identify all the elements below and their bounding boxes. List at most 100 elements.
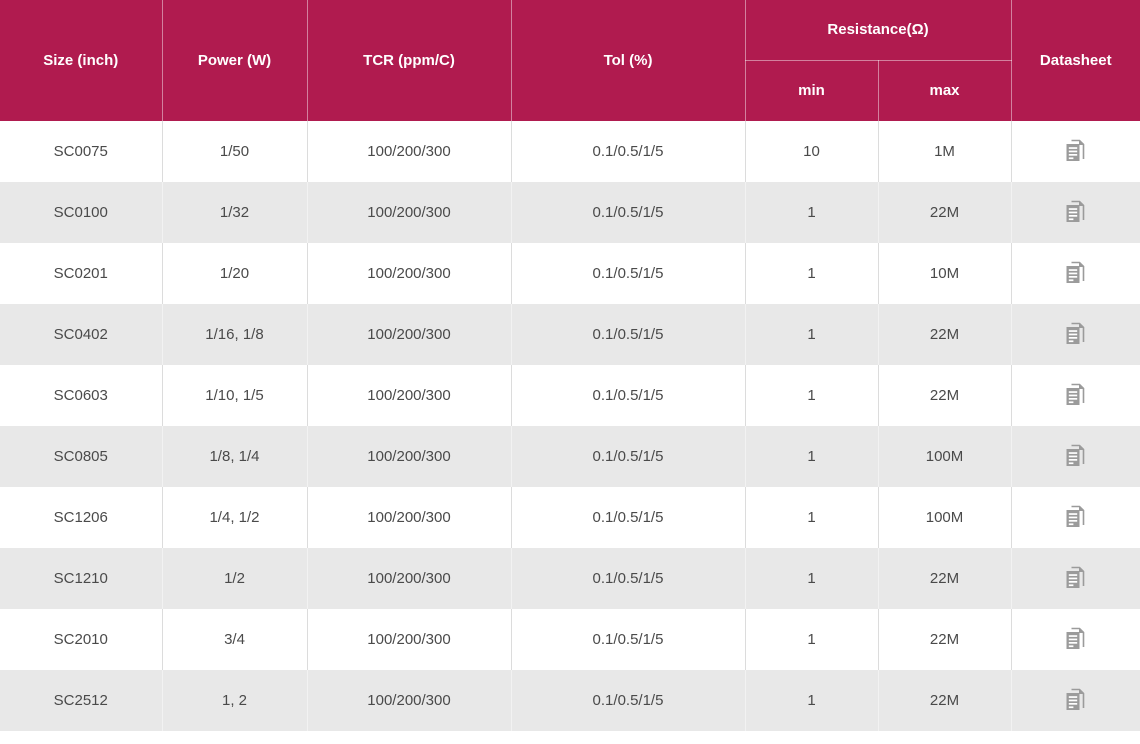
cell-max: 22M	[878, 365, 1011, 426]
cell-tol: 0.1/0.5/1/5	[511, 487, 745, 548]
cell-min: 1	[745, 365, 878, 426]
cell-power: 1/50	[162, 121, 307, 182]
document-copy-icon	[1065, 504, 1086, 529]
table-row: SC08051/8, 1/4100/200/3000.1/0.5/1/51100…	[0, 426, 1140, 487]
cell-tcr: 100/200/300	[307, 121, 511, 182]
cell-power: 1/16, 1/8	[162, 304, 307, 365]
cell-tcr: 100/200/300	[307, 487, 511, 548]
cell-max: 22M	[878, 304, 1011, 365]
table-row: SC00751/50100/200/3000.1/0.5/1/5101M	[0, 121, 1140, 182]
cell-size: SC2512	[0, 670, 162, 731]
cell-size: SC0402	[0, 304, 162, 365]
cell-power: 3/4	[162, 609, 307, 670]
cell-min: 1	[745, 243, 878, 304]
datasheet-download-button[interactable]	[1062, 685, 1090, 713]
cell-power: 1/2	[162, 548, 307, 609]
cell-tcr: 100/200/300	[307, 304, 511, 365]
table-row: SC06031/10, 1/5100/200/3000.1/0.5/1/5122…	[0, 365, 1140, 426]
cell-tcr: 100/200/300	[307, 426, 511, 487]
cell-tcr: 100/200/300	[307, 243, 511, 304]
cell-power: 1/32	[162, 182, 307, 243]
cell-datasheet	[1011, 182, 1140, 243]
table-row: SC04021/16, 1/8100/200/3000.1/0.5/1/5122…	[0, 304, 1140, 365]
datasheet-download-button[interactable]	[1062, 319, 1090, 347]
column-header-tol: Tol (%)	[511, 0, 745, 121]
cell-min: 1	[745, 182, 878, 243]
datasheet-download-button[interactable]	[1062, 441, 1090, 469]
column-header-datasheet: Datasheet	[1011, 0, 1140, 121]
cell-datasheet	[1011, 365, 1140, 426]
document-copy-icon	[1065, 321, 1086, 346]
cell-tol: 0.1/0.5/1/5	[511, 670, 745, 731]
table-body: SC00751/50100/200/3000.1/0.5/1/5101M SC0…	[0, 121, 1140, 731]
cell-size: SC2010	[0, 609, 162, 670]
table-header: Size (inch) Power (W) TCR (ppm/C) Tol (%…	[0, 0, 1140, 121]
product-spec-table: Size (inch) Power (W) TCR (ppm/C) Tol (%…	[0, 0, 1140, 731]
cell-min: 1	[745, 426, 878, 487]
cell-max: 22M	[878, 670, 1011, 731]
cell-power: 1/8, 1/4	[162, 426, 307, 487]
column-header-tcr: TCR (ppm/C)	[307, 0, 511, 121]
cell-max: 100M	[878, 426, 1011, 487]
table-row: SC02011/20100/200/3000.1/0.5/1/5110M	[0, 243, 1140, 304]
table-row: SC20103/4100/200/3000.1/0.5/1/5122M	[0, 609, 1140, 670]
cell-min: 1	[745, 548, 878, 609]
cell-size: SC0100	[0, 182, 162, 243]
cell-min: 1	[745, 487, 878, 548]
datasheet-download-button[interactable]	[1062, 136, 1090, 164]
table-row: SC01001/32100/200/3000.1/0.5/1/5122M	[0, 182, 1140, 243]
cell-max: 1M	[878, 121, 1011, 182]
cell-max: 22M	[878, 548, 1011, 609]
cell-datasheet	[1011, 304, 1140, 365]
cell-size: SC0603	[0, 365, 162, 426]
cell-tcr: 100/200/300	[307, 670, 511, 731]
column-header-power: Power (W)	[162, 0, 307, 121]
cell-datasheet	[1011, 426, 1140, 487]
cell-size: SC0201	[0, 243, 162, 304]
cell-datasheet	[1011, 670, 1140, 731]
datasheet-download-button[interactable]	[1062, 624, 1090, 652]
cell-tol: 0.1/0.5/1/5	[511, 426, 745, 487]
cell-datasheet	[1011, 487, 1140, 548]
column-header-resistance: Resistance(Ω)	[745, 0, 1011, 60]
datasheet-download-button[interactable]	[1062, 197, 1090, 225]
cell-tcr: 100/200/300	[307, 365, 511, 426]
cell-power: 1/20	[162, 243, 307, 304]
document-copy-icon	[1065, 138, 1086, 163]
cell-datasheet	[1011, 121, 1140, 182]
document-copy-icon	[1065, 260, 1086, 285]
cell-max: 22M	[878, 609, 1011, 670]
cell-tcr: 100/200/300	[307, 182, 511, 243]
cell-power: 1/10, 1/5	[162, 365, 307, 426]
table-row: SC25121, 2100/200/3000.1/0.5/1/5122M	[0, 670, 1140, 731]
cell-tol: 0.1/0.5/1/5	[511, 121, 745, 182]
cell-tol: 0.1/0.5/1/5	[511, 243, 745, 304]
document-copy-icon	[1065, 687, 1086, 712]
cell-tol: 0.1/0.5/1/5	[511, 548, 745, 609]
document-copy-icon	[1065, 443, 1086, 468]
cell-tcr: 100/200/300	[307, 548, 511, 609]
cell-size: SC1206	[0, 487, 162, 548]
datasheet-download-button[interactable]	[1062, 563, 1090, 591]
cell-size: SC1210	[0, 548, 162, 609]
table-row: SC12101/2100/200/3000.1/0.5/1/5122M	[0, 548, 1140, 609]
cell-max: 10M	[878, 243, 1011, 304]
cell-min: 1	[745, 304, 878, 365]
cell-size: SC0075	[0, 121, 162, 182]
document-copy-icon	[1065, 199, 1086, 224]
cell-max: 22M	[878, 182, 1011, 243]
cell-datasheet	[1011, 609, 1140, 670]
datasheet-download-button[interactable]	[1062, 502, 1090, 530]
document-copy-icon	[1065, 382, 1086, 407]
cell-tol: 0.1/0.5/1/5	[511, 365, 745, 426]
cell-min: 1	[745, 670, 878, 731]
cell-datasheet	[1011, 243, 1140, 304]
cell-size: SC0805	[0, 426, 162, 487]
datasheet-download-button[interactable]	[1062, 380, 1090, 408]
datasheet-download-button[interactable]	[1062, 258, 1090, 286]
document-copy-icon	[1065, 565, 1086, 590]
table-row: SC12061/4, 1/2100/200/3000.1/0.5/1/51100…	[0, 487, 1140, 548]
cell-power: 1, 2	[162, 670, 307, 731]
cell-tol: 0.1/0.5/1/5	[511, 182, 745, 243]
column-header-resistance-min: min	[745, 60, 878, 121]
